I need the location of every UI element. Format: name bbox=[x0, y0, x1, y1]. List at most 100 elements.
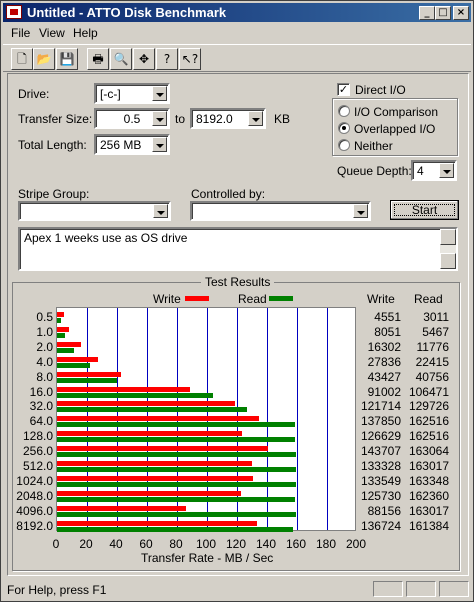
menu-help[interactable]: Help bbox=[73, 26, 98, 40]
read-bar bbox=[57, 496, 295, 502]
window-title: Untitled - ATTO Disk Benchmark bbox=[27, 5, 227, 20]
total-length-select[interactable]: 256 MB bbox=[94, 134, 170, 155]
write-bar bbox=[57, 505, 187, 511]
menu-file[interactable]: File bbox=[11, 26, 30, 40]
test-results-title: Test Results bbox=[201, 275, 275, 289]
chevron-down-icon[interactable] bbox=[248, 111, 263, 126]
menu-view[interactable]: View bbox=[39, 26, 65, 40]
notes-textarea[interactable]: Apex 1 weeks use as OS drive bbox=[18, 227, 458, 271]
write-value: 8051 bbox=[374, 324, 401, 339]
chevron-down-icon[interactable] bbox=[353, 204, 368, 218]
io-comparison-radio[interactable] bbox=[338, 105, 350, 117]
write-value: 16302 bbox=[367, 339, 401, 354]
status-bar: For Help, press F1 bbox=[3, 579, 471, 599]
category-label: 8192.0 bbox=[16, 518, 53, 533]
stripe-group-select[interactable] bbox=[18, 201, 171, 221]
read-bar bbox=[57, 481, 297, 487]
transfer-size-to-select[interactable]: 8192.0 bbox=[190, 108, 266, 129]
x-tick-label: 120 bbox=[225, 537, 247, 551]
x-tick-label: 0 bbox=[52, 537, 60, 551]
save-icon[interactable]: 💾 bbox=[56, 48, 78, 70]
read-bar bbox=[57, 318, 62, 323]
category-label: 2.0 bbox=[36, 339, 53, 354]
status-text: For Help, press F1 bbox=[7, 583, 107, 597]
read-value: 106471 bbox=[408, 384, 449, 399]
read-value: 163064 bbox=[408, 444, 449, 459]
chevron-down-icon[interactable] bbox=[152, 137, 167, 152]
read-bar bbox=[57, 437, 296, 443]
print-preview-icon[interactable]: 🔍 bbox=[110, 48, 132, 70]
close-button[interactable]: × bbox=[453, 6, 469, 20]
direct-io-checkbox[interactable]: ✓ bbox=[337, 83, 350, 96]
read-value: 3011 bbox=[423, 310, 449, 324]
write-value: 27836 bbox=[367, 354, 401, 369]
read-bar bbox=[57, 407, 248, 413]
x-tick-label: 20 bbox=[79, 537, 93, 551]
read-value: 5467 bbox=[422, 324, 449, 339]
read-bar bbox=[57, 362, 90, 368]
transfer-from-value: 0.5 bbox=[123, 112, 141, 126]
print-icon[interactable]: 🖶 bbox=[87, 48, 109, 70]
legend-write-swatch bbox=[185, 296, 209, 301]
write-value: 133328 bbox=[360, 459, 401, 473]
maximize-button[interactable]: □ bbox=[435, 6, 451, 20]
overlapped-io-label: Overlapped I/O bbox=[354, 122, 436, 136]
category-label: 0.5 bbox=[36, 310, 53, 324]
chevron-down-icon[interactable] bbox=[152, 86, 167, 101]
read-bar bbox=[57, 392, 213, 398]
notes-scrollbar[interactable] bbox=[440, 229, 456, 269]
category-label: 256.0 bbox=[22, 444, 53, 459]
read-value: 161384 bbox=[408, 518, 449, 533]
column-read-header: Read bbox=[414, 292, 443, 306]
write-value: 137850 bbox=[360, 414, 401, 429]
app-icon[interactable] bbox=[6, 5, 22, 19]
start-button[interactable]: Start bbox=[390, 200, 459, 220]
scroll-up-icon[interactable] bbox=[440, 229, 456, 245]
x-tick-label: 80 bbox=[169, 537, 183, 551]
transfer-size-label: Transfer Size: bbox=[18, 112, 93, 126]
chevron-down-icon[interactable] bbox=[439, 163, 454, 178]
write-bar bbox=[57, 446, 268, 452]
chevron-down-icon[interactable] bbox=[153, 204, 168, 218]
status-pane-3 bbox=[439, 581, 469, 597]
chevron-down-icon[interactable] bbox=[152, 111, 167, 126]
x-tick-label: 100 bbox=[195, 537, 217, 551]
to-label: to bbox=[175, 112, 186, 126]
transfer-rate-chart bbox=[56, 307, 356, 532]
drive-select[interactable]: [-c-] bbox=[94, 83, 170, 104]
read-value: 22415 bbox=[415, 354, 449, 369]
queue-depth-select[interactable]: 4 bbox=[411, 160, 457, 181]
write-value: 88156 bbox=[367, 503, 401, 518]
read-value: 129726 bbox=[408, 399, 449, 414]
category-label: 512.0 bbox=[22, 459, 53, 473]
write-bar bbox=[57, 371, 121, 377]
write-value: 126629 bbox=[360, 429, 401, 444]
write-bar bbox=[57, 341, 81, 347]
write-value: 133549 bbox=[360, 473, 401, 488]
scroll-down-icon[interactable] bbox=[440, 253, 456, 269]
write-bar bbox=[57, 475, 253, 481]
drive-label: Drive: bbox=[18, 87, 50, 101]
context-help-icon[interactable]: ↖? bbox=[179, 48, 201, 70]
read-value: 163017 bbox=[408, 503, 449, 518]
queue-depth-value: 4 bbox=[417, 164, 424, 178]
minimize-button[interactable]: _ bbox=[419, 6, 435, 20]
x-axis-label: Transfer Rate - MB / Sec bbox=[141, 551, 274, 565]
transfer-size-from-select[interactable]: 0.5 bbox=[94, 108, 170, 129]
new-icon[interactable]: 🗋 bbox=[11, 48, 33, 70]
write-value: 143707 bbox=[360, 444, 401, 459]
neither-radio[interactable] bbox=[338, 139, 350, 151]
focus-rect bbox=[394, 204, 455, 216]
read-bar bbox=[57, 377, 117, 383]
read-bar bbox=[57, 526, 294, 532]
help-icon[interactable]: ? bbox=[156, 48, 178, 70]
overlapped-io-radio[interactable] bbox=[338, 122, 350, 134]
title-bar[interactable]: Untitled - ATTO Disk Benchmark _ □ × bbox=[3, 3, 471, 22]
legend-read-swatch bbox=[269, 296, 293, 301]
controlled-by-label: Controlled by: bbox=[191, 187, 266, 201]
open-icon[interactable]: 📂 bbox=[33, 48, 55, 70]
move-icon[interactable]: ✥ bbox=[133, 48, 155, 70]
category-label: 16.0 bbox=[29, 384, 53, 399]
read-value: 11776 bbox=[416, 339, 449, 354]
controlled-by-select[interactable] bbox=[190, 201, 371, 221]
